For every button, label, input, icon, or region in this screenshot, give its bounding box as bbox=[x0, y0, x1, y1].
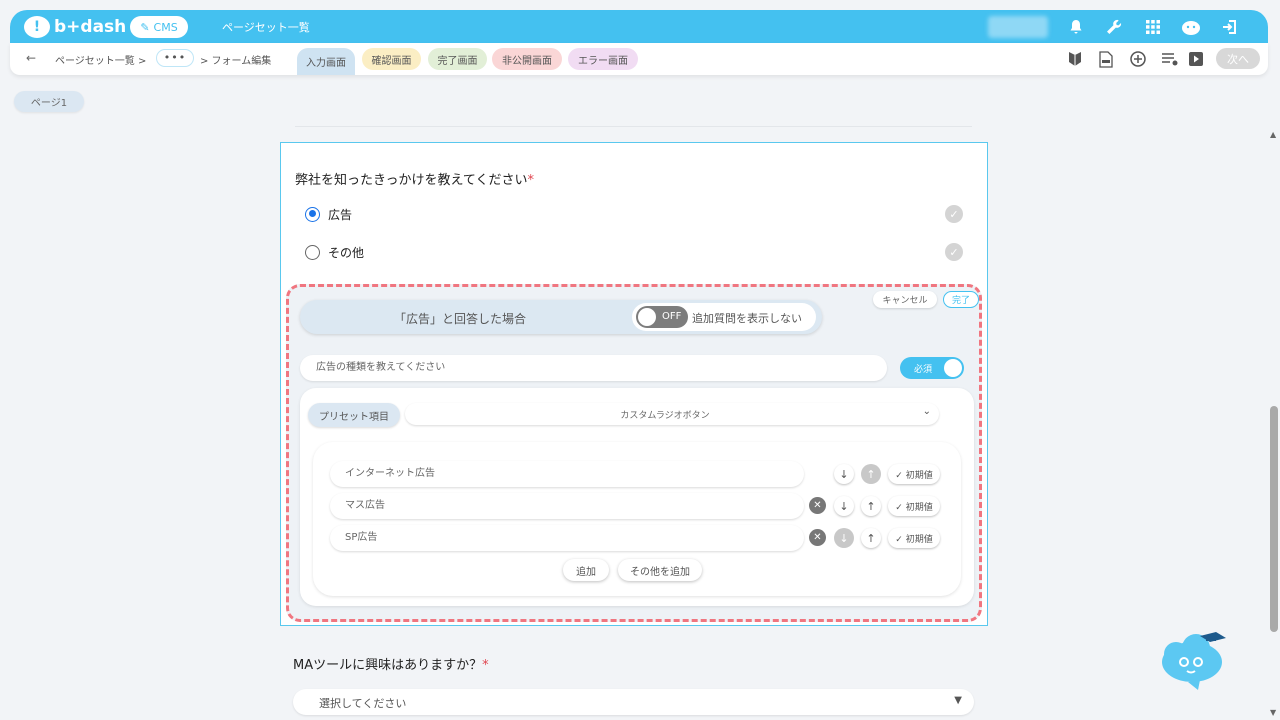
option-label: その他 bbox=[328, 245, 365, 260]
radio-option-other[interactable]: その他 bbox=[305, 242, 364, 262]
scroll-down-icon[interactable]: ▼ bbox=[1270, 708, 1276, 717]
condition-bar: 「広告」と回答した場合 OFF 追加質問を表示しない bbox=[300, 300, 822, 334]
required-toggle[interactable]: 必須 bbox=[900, 357, 964, 379]
move-up-icon[interactable]: ↑ bbox=[861, 496, 881, 516]
move-down-icon: ↓ bbox=[834, 528, 854, 548]
show-followup-toggle[interactable]: OFF bbox=[636, 306, 688, 328]
default-value-button[interactable]: ✓ 初期値 bbox=[888, 464, 940, 484]
top-header: ! b+dash ✎ CMS ページセット一覧 bbox=[10, 10, 1268, 43]
radio-button[interactable] bbox=[305, 244, 320, 260]
question-card[interactable]: 弊社を知ったきっかけを教えてください* 広告 ✓ その他 ✓ 「広告」と回答した… bbox=[280, 142, 988, 626]
toggle-knob bbox=[944, 359, 962, 377]
cms-button[interactable]: ✎ CMS bbox=[130, 16, 188, 38]
breadcrumb-form-edit: > フォーム編集 bbox=[200, 56, 272, 67]
check-icon[interactable]: ✓ bbox=[945, 205, 963, 223]
delete-icon[interactable]: ✕ bbox=[809, 529, 826, 546]
scroll-up-icon[interactable]: ▲ bbox=[1270, 130, 1276, 139]
required-mark: * bbox=[527, 173, 534, 188]
toggle-state: OFF bbox=[662, 311, 682, 322]
breadcrumb-bar: ← ページセット一覧 > ••• > フォーム編集 入力画面 確認画面 完了画面… bbox=[10, 43, 1268, 75]
header-title: ページセット一覧 bbox=[222, 21, 310, 34]
move-up-icon[interactable]: ↑ bbox=[861, 528, 881, 548]
next-button[interactable]: 次へ bbox=[1216, 48, 1260, 69]
default-value-button[interactable]: ✓ 初期値 bbox=[888, 496, 940, 516]
choice-list: インターネット広告 ↓ ↑ ✓ 初期値 マス広告 ✕ ↓ ↑ ✓ 初期値 SP広… bbox=[313, 442, 961, 596]
done-button[interactable]: 完了 bbox=[943, 291, 979, 308]
delete-icon[interactable]: ✕ bbox=[809, 497, 826, 514]
add-other-choice-button[interactable]: その他を追加 bbox=[618, 559, 702, 581]
choice-input-3[interactable]: SP広告 bbox=[330, 525, 804, 551]
add-circle-icon[interactable] bbox=[1128, 49, 1148, 69]
question-title: 弊社を知ったきっかけを教えてください* bbox=[295, 169, 534, 188]
preset-label: プリセット項目 bbox=[308, 403, 400, 427]
question-title-text: 弊社を知ったきっかけを教えてください bbox=[295, 173, 528, 188]
back-arrow-icon[interactable]: ← bbox=[26, 51, 36, 65]
user-info[interactable] bbox=[988, 16, 1048, 38]
default-value-button[interactable]: ✓ 初期値 bbox=[888, 528, 940, 548]
question2-select[interactable]: 選択してください ▼ bbox=[293, 689, 974, 715]
logout-icon[interactable] bbox=[1219, 16, 1241, 38]
check-icon[interactable]: ✓ bbox=[945, 243, 963, 261]
move-up-icon: ↑ bbox=[861, 464, 881, 484]
wrench-icon[interactable] bbox=[1103, 16, 1125, 38]
preset-select[interactable]: カスタムラジオボタン ⌄ bbox=[405, 403, 939, 425]
bdash-logo[interactable]: ! b+dash bbox=[24, 15, 126, 39]
option-label: 広告 bbox=[328, 207, 353, 222]
logo-text: b+dash bbox=[54, 17, 127, 37]
tab-input-screen[interactable]: 入力画面 bbox=[297, 48, 355, 75]
tab-confirm-screen[interactable]: 確認画面 bbox=[362, 48, 421, 70]
list-settings-icon[interactable] bbox=[1160, 49, 1180, 69]
play-icon[interactable] bbox=[1186, 49, 1206, 69]
bell-icon[interactable] bbox=[1065, 16, 1087, 38]
caret-down-icon: ▼ bbox=[954, 695, 962, 706]
page-tab[interactable]: ページ1 bbox=[14, 91, 84, 112]
toggle-label: 追加質問を表示しない bbox=[692, 312, 802, 325]
breadcrumb-more-button[interactable]: ••• bbox=[156, 49, 194, 67]
chevron-down-icon: ⌄ bbox=[922, 406, 931, 417]
move-down-icon[interactable]: ↓ bbox=[834, 496, 854, 516]
logo-bubble-icon: ! bbox=[24, 16, 50, 38]
scrollbar-thumb[interactable] bbox=[1270, 406, 1278, 632]
required-mark: * bbox=[482, 658, 489, 673]
move-down-icon[interactable]: ↓ bbox=[834, 464, 854, 484]
mascot-icon[interactable] bbox=[1180, 16, 1202, 38]
question2-title: MAツールに興味はありますか？* bbox=[293, 654, 489, 673]
toggle-knob bbox=[638, 308, 656, 326]
choices-panel: プリセット項目 カスタムラジオボタン ⌄ インターネット広告 ↓ ↑ ✓ 初期値… bbox=[300, 388, 974, 606]
conditional-question-panel: 「広告」と回答した場合 OFF 追加質問を表示しない キャンセル 完了 広告の種… bbox=[286, 284, 982, 622]
choice-input-1[interactable]: インターネット広告 bbox=[330, 461, 804, 487]
preset-value: カスタムラジオボタン bbox=[620, 411, 710, 421]
condition-text: 「広告」と回答した場合 bbox=[394, 312, 527, 326]
sub-question-input[interactable]: 広告の種類を教えてください bbox=[300, 355, 887, 381]
cms-label: CMS bbox=[153, 20, 178, 34]
html-file-icon[interactable] bbox=[1096, 49, 1116, 69]
radio-option-ad[interactable]: 広告 bbox=[305, 204, 352, 224]
badge-icon[interactable] bbox=[1065, 49, 1085, 69]
required-toggle-label: 必須 bbox=[914, 365, 933, 375]
radio-button-selected[interactable] bbox=[305, 206, 320, 222]
show-followup-toggle-wrap: OFF 追加質問を表示しない bbox=[632, 303, 816, 331]
grid-icon[interactable] bbox=[1142, 16, 1164, 38]
choice-input-2[interactable]: マス広告 bbox=[330, 493, 804, 519]
cancel-button[interactable]: キャンセル bbox=[873, 291, 937, 308]
tab-error-screen[interactable]: エラー画面 bbox=[568, 48, 638, 70]
tab-complete-screen[interactable]: 完了画面 bbox=[428, 48, 487, 70]
select-placeholder: 選択してください bbox=[319, 697, 407, 710]
breadcrumb-pageset-list[interactable]: ページセット一覧 > bbox=[55, 52, 146, 67]
edit-note-icon: ✎ bbox=[140, 20, 150, 34]
divider bbox=[295, 126, 972, 127]
question2-title-text: MAツールに興味はありますか？ bbox=[293, 658, 483, 673]
mascot-helper-icon[interactable] bbox=[1160, 626, 1230, 692]
add-choice-button[interactable]: 追加 bbox=[563, 559, 609, 581]
tab-private-screen[interactable]: 非公開画面 bbox=[492, 48, 562, 70]
